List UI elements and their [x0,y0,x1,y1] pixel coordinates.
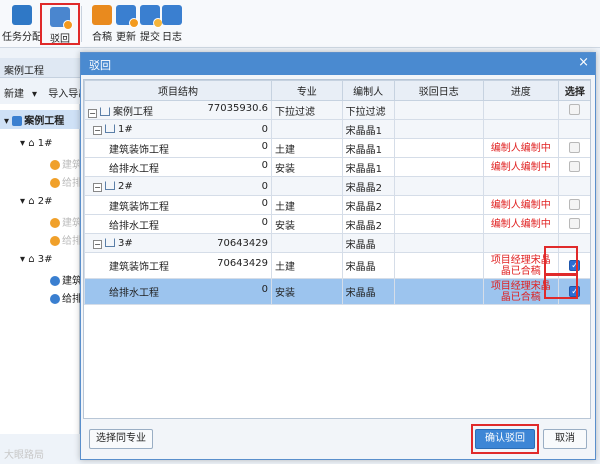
expand-arrow-icon: ▾ [20,196,26,207]
progress-status: 编制人编制中 [482,157,559,177]
assign-task-button[interactable]: 任务分配 [2,3,42,45]
tree-node-1[interactable]: ▾ ⌂ 1# [20,138,53,149]
table-row[interactable]: −3# 70643429 宋晶晶 [84,233,590,253]
row-checkbox[interactable] [569,161,581,173]
table-row-selected[interactable]: 给排水工程 0 安装 宋晶晶 项目经理宋晶晶已合稿 ✓ [84,278,590,305]
house-icon [105,237,115,247]
col-progress: 进度 [482,80,559,101]
expand-arrow-icon: ▾ [20,254,26,265]
table-row[interactable]: −1# 0 宋晶晶1 [84,119,590,139]
row-checkbox[interactable] [569,142,581,154]
table-row[interactable]: − 案例工程 77035930.6 下拉过滤 下拉过滤 [84,100,590,120]
edit-status-icon [50,178,60,188]
col-structure: 项目结构 [84,80,272,101]
editor-filter[interactable]: 下拉过滤 [341,100,395,120]
expand-arrow-icon: ▾ [4,116,10,127]
reject-button[interactable]: 驳回 [40,3,80,45]
project-tree: ▾ 案例工程 ▾ ⌂ 1# 建筑 给排 ▾ ⌂ 2# 建筑 给排 ▾ ⌂ 3# … [0,104,82,434]
col-reject-log: 驳回日志 [393,80,484,101]
expand-arrow-icon: ▾ [20,138,26,149]
merged-status-icon [50,276,60,286]
tree-node-3-water[interactable]: 给排 [50,290,82,305]
table-row[interactable]: 给排水工程 0 安装 宋晶晶1 编制人编制中 [84,157,590,177]
tree-node-project[interactable]: ▾ 案例工程 [0,110,80,129]
import-export-menu[interactable]: 导入导出 [48,89,80,100]
progress-status: 编制人编制中 [482,195,559,215]
progress-status: 编制人编制中 [482,214,559,234]
log-icon [162,5,182,25]
select-all-checkbox[interactable] [569,104,581,116]
select-same-major-button[interactable]: 选择同专业 [89,429,153,449]
house-icon [105,123,115,133]
assign-task-label: 任务分配 [2,32,42,43]
collapse-icon[interactable]: − [93,182,102,192]
table-row[interactable]: 建筑装饰工程 70643429 土建 宋晶晶 项目经理宋晶晶已合稿 ✓ [84,252,590,279]
collapse-icon[interactable]: − [88,108,97,118]
tree-node-3[interactable]: ▾ ⌂ 3# [20,254,53,265]
row-checkbox[interactable] [569,199,581,211]
edit-status-icon [50,236,60,246]
house-icon [105,180,115,190]
confirm-reject-button[interactable]: 确认驳回 [475,429,535,449]
watermark: 大眼路局 [4,450,44,461]
project-icon [12,116,23,126]
building-icon [100,106,110,116]
reject-table: 项目结构 专业 编制人 驳回日志 进度 选择 − 案例工程 77035930.6 下… [84,80,590,305]
row-structure-cell: − 案例工程 77035930.6 [84,100,272,120]
highlight-box [544,273,578,299]
reject-label: 驳回 [50,34,70,45]
collapse-icon[interactable]: − [93,125,102,135]
col-editor: 编制人 [341,80,395,101]
assign-icon [12,5,32,25]
chevron-down-icon: ▾ [32,89,38,100]
dialog-title-bar: 驳回 × [81,53,595,75]
tree-node-2[interactable]: ▾ ⌂ 2# [20,196,53,207]
tree-node-2-arch[interactable]: 建筑 [50,214,82,229]
edit-status-icon [50,160,60,170]
cancel-button[interactable]: 取消 [543,429,587,449]
log-button[interactable]: 日志 [152,3,192,45]
new-menu[interactable]: 新建 [4,89,24,100]
col-major: 专业 [271,80,343,101]
progress-status: 编制人编制中 [482,138,559,158]
main-toolbar: 任务分配 驳回 合稿 更新 提交 日志 [0,0,600,48]
log-label: 日志 [162,32,182,43]
col-select: 选择 [557,80,590,101]
tree-node-3-arch[interactable]: 建筑 [50,272,82,287]
table-header-row: 项目结构 专业 编制人 驳回日志 进度 选择 [84,80,590,101]
house-icon: ⌂ [28,254,35,265]
table-row[interactable]: −2# 0 宋晶晶2 [84,176,590,196]
project-panel-header: 案例工程 [0,58,80,78]
dialog-title: 驳回 [89,59,111,72]
tree-node-2-water[interactable]: 给排 [50,232,82,247]
house-icon: ⌂ [28,196,35,207]
table-row[interactable]: 给排水工程 0 安装 宋晶晶2 编制人编制中 [84,214,590,234]
row-checkbox[interactable] [569,218,581,230]
table-row[interactable]: 建筑装饰工程 0 土建 宋晶晶2 编制人编制中 [84,195,590,215]
table-row[interactable]: 建筑装饰工程 0 土建 宋晶晶1 编制人编制中 [84,138,590,158]
reject-icon [50,7,73,30]
reject-grid: 项目结构 专业 编制人 驳回日志 进度 选择 − 案例工程 77035930.6 下… [83,79,591,419]
tree-node-1-water[interactable]: 给排 [50,174,82,189]
highlight-box [544,246,578,276]
reject-dialog: 驳回 × 项目结构 专业 编制人 驳回日志 进度 选择 − 案例工程 7703593… [80,52,596,460]
edit-status-icon [50,218,60,228]
close-icon[interactable]: × [578,56,589,70]
tree-node-1-arch[interactable]: 建筑 [50,156,82,171]
merged-status-icon [50,294,60,304]
house-icon: ⌂ [28,138,35,149]
collapse-icon[interactable]: − [93,239,102,249]
project-panel-tools: 新建 ▾ 导入导出 [0,80,80,102]
major-filter[interactable]: 下拉过滤 [271,100,343,120]
